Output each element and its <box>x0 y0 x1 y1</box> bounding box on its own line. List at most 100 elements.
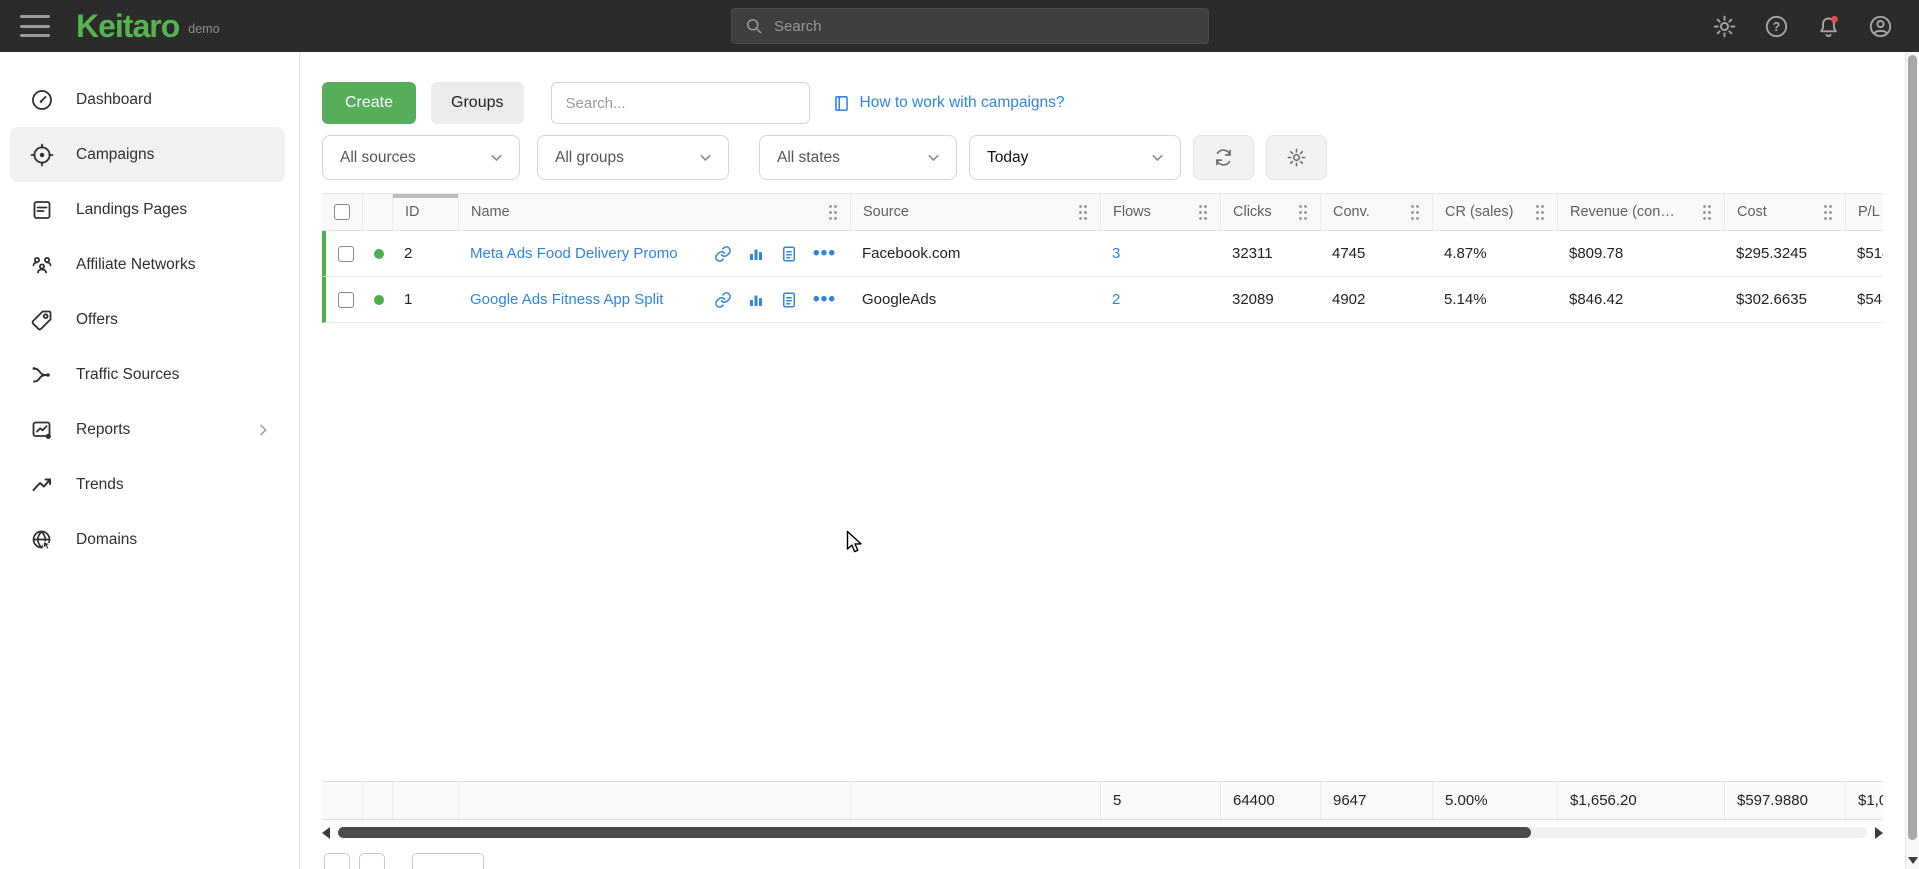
campaign-checkbox[interactable] <box>338 292 354 308</box>
flows-count-link[interactable]: 2 <box>1112 291 1120 308</box>
campaign-report-icon[interactable] <box>780 245 798 263</box>
mouse-cursor <box>846 530 865 556</box>
drag-handle-icon[interactable] <box>1198 204 1208 221</box>
refresh-button[interactable] <box>1193 135 1254 180</box>
more-actions-icon[interactable]: ••• <box>813 249 836 259</box>
column-header-conv[interactable]: Conv. <box>1320 194 1432 230</box>
scroll-down-arrow[interactable] <box>1908 857 1918 864</box>
scroll-left-arrow[interactable] <box>322 827 330 839</box>
column-header-source[interactable]: Source <box>850 194 1100 230</box>
column-header-revenue[interactable]: Revenue (con… <box>1557 194 1724 230</box>
brand-logo[interactable]: Keitaro <box>76 8 179 45</box>
sidebar-item-traffic-sources[interactable]: Traffic Sources <box>10 347 285 402</box>
cost-value: $295.3245 <box>1724 245 1845 262</box>
notification-dot <box>1831 15 1838 22</box>
totals-empty <box>322 782 362 819</box>
totals-revenue: $1,656.20 <box>1557 782 1724 819</box>
pagination-button[interactable] <box>324 853 350 869</box>
date-range-value: Today <box>987 149 1028 167</box>
campaign-link-icon[interactable] <box>714 245 732 263</box>
sidebar-item-label: Campaigns <box>76 146 154 164</box>
campaign-checkbox[interactable] <box>338 246 354 262</box>
totals-cr: 5.00% <box>1432 782 1557 819</box>
table-row[interactable]: 1 Google Ads Fitness App Split <box>322 277 1883 323</box>
campaign-name-link[interactable]: Meta Ads Food Delivery Promo <box>470 245 678 262</box>
horizontal-scroll-track[interactable] <box>338 827 1867 838</box>
revenue-value: $846.42 <box>1557 291 1724 308</box>
sidebar-item-landings-pages[interactable]: Landings Pages <box>10 182 285 237</box>
states-filter-select[interactable]: All states <box>759 135 957 180</box>
campaign-name-link[interactable]: Google Ads Fitness App Split <box>470 291 663 308</box>
column-header-cost[interactable]: Cost <box>1724 194 1845 230</box>
totals-flows: 5 <box>1100 782 1220 819</box>
help-campaigns-link[interactable]: How to work with campaigns? <box>832 94 1065 113</box>
book-icon <box>832 94 851 113</box>
user-account-icon[interactable] <box>1868 14 1893 39</box>
sidebar-item-affiliate-networks[interactable]: Affiliate Networks <box>10 237 285 292</box>
column-header-name[interactable]: Name <box>458 194 850 230</box>
vertical-scroll-thumb[interactable] <box>1908 55 1917 840</box>
column-header-flows[interactable]: Flows <box>1100 194 1220 230</box>
pagination-button[interactable] <box>359 853 385 869</box>
sidebar-item-label: Domains <box>76 531 137 549</box>
global-search-input[interactable] <box>774 18 1196 35</box>
hamburger-menu-icon[interactable] <box>20 15 50 37</box>
campaign-stats-icon[interactable] <box>747 245 765 263</box>
filters-bar: All sources All groups All states Today <box>322 135 1327 180</box>
table-totals-row: 5 64400 9647 5.00% $1,656.20 $597.9880 $… <box>322 781 1883 820</box>
campaigns-table: ID Name Source Flows Clicks Conv. CR (sa… <box>322 193 1883 323</box>
row-actions: ••• <box>714 245 850 263</box>
global-search[interactable] <box>731 8 1209 44</box>
settings-gear-icon[interactable] <box>1712 14 1737 39</box>
campaign-report-icon[interactable] <box>780 291 798 309</box>
flows-count-link[interactable]: 3 <box>1112 245 1120 262</box>
sidebar-item-label: Trends <box>76 476 124 494</box>
sources-filter-select[interactable]: All sources <box>322 135 520 180</box>
drag-handle-icon[interactable] <box>1410 204 1420 221</box>
campaigns-toolbar: Create Groups How to work with campaigns… <box>322 82 1065 124</box>
sidebar-item-trends[interactable]: Trends <box>10 457 285 512</box>
sidebar-item-label: Offers <box>76 311 118 329</box>
sidebar-item-label: Traffic Sources <box>76 366 179 384</box>
campaign-stats-icon[interactable] <box>747 291 765 309</box>
horizontal-scroll-thumb[interactable] <box>338 827 1531 838</box>
drag-handle-icon[interactable] <box>828 204 838 221</box>
select-all-checkbox[interactable] <box>334 204 350 220</box>
drag-handle-icon[interactable] <box>1535 204 1545 221</box>
column-header-id[interactable]: ID <box>392 194 458 230</box>
sidebar-item-dashboard[interactable]: Dashboard <box>10 72 285 127</box>
table-row[interactable]: 2 Meta Ads Food Delivery Promo <box>322 231 1883 277</box>
groups-filter-select[interactable]: All groups <box>537 135 729 180</box>
clicks-value: 32311 <box>1220 245 1320 262</box>
date-range-select[interactable]: Today <box>969 135 1181 180</box>
pagination-page-size[interactable] <box>412 853 484 869</box>
more-actions-icon[interactable]: ••• <box>813 295 836 305</box>
vertical-scrollbar[interactable] <box>1905 52 1919 869</box>
sidebar-item-label: Reports <box>76 421 130 439</box>
topbar-actions: ? <box>1712 0 1893 52</box>
scroll-right-arrow[interactable] <box>1875 827 1883 839</box>
notifications-bell-icon[interactable] <box>1816 14 1841 39</box>
groups-button[interactable]: Groups <box>431 82 523 124</box>
sidebar-item-reports[interactable]: Reports <box>10 402 285 457</box>
drag-handle-icon[interactable] <box>1298 204 1308 221</box>
totals-clicks: 64400 <box>1220 782 1320 819</box>
create-button[interactable]: Create <box>322 82 416 124</box>
sidebar-item-domains[interactable]: Domains <box>10 512 285 567</box>
table-settings-button[interactable] <box>1266 135 1327 180</box>
drag-handle-icon[interactable] <box>1702 204 1712 221</box>
conv-value: 4902 <box>1320 291 1432 308</box>
column-header-pl[interactable]: P/L ( <box>1845 194 1883 230</box>
campaign-id: 1 <box>392 291 458 308</box>
column-header-cr-sales[interactable]: CR (sales) <box>1432 194 1557 230</box>
campaigns-search-input[interactable] <box>551 82 810 124</box>
help-icon[interactable]: ? <box>1764 14 1789 39</box>
sidebar-item-offers[interactable]: Offers <box>10 292 285 347</box>
drag-handle-icon[interactable] <box>1078 204 1088 221</box>
sidebar-item-campaigns[interactable]: Campaigns <box>10 127 285 182</box>
column-header-clicks[interactable]: Clicks <box>1220 194 1320 230</box>
chevron-down-icon <box>697 149 714 166</box>
drag-handle-icon[interactable] <box>1823 204 1833 221</box>
campaign-link-icon[interactable] <box>714 291 732 309</box>
sidebar-item-label: Affiliate Networks <box>76 256 195 274</box>
